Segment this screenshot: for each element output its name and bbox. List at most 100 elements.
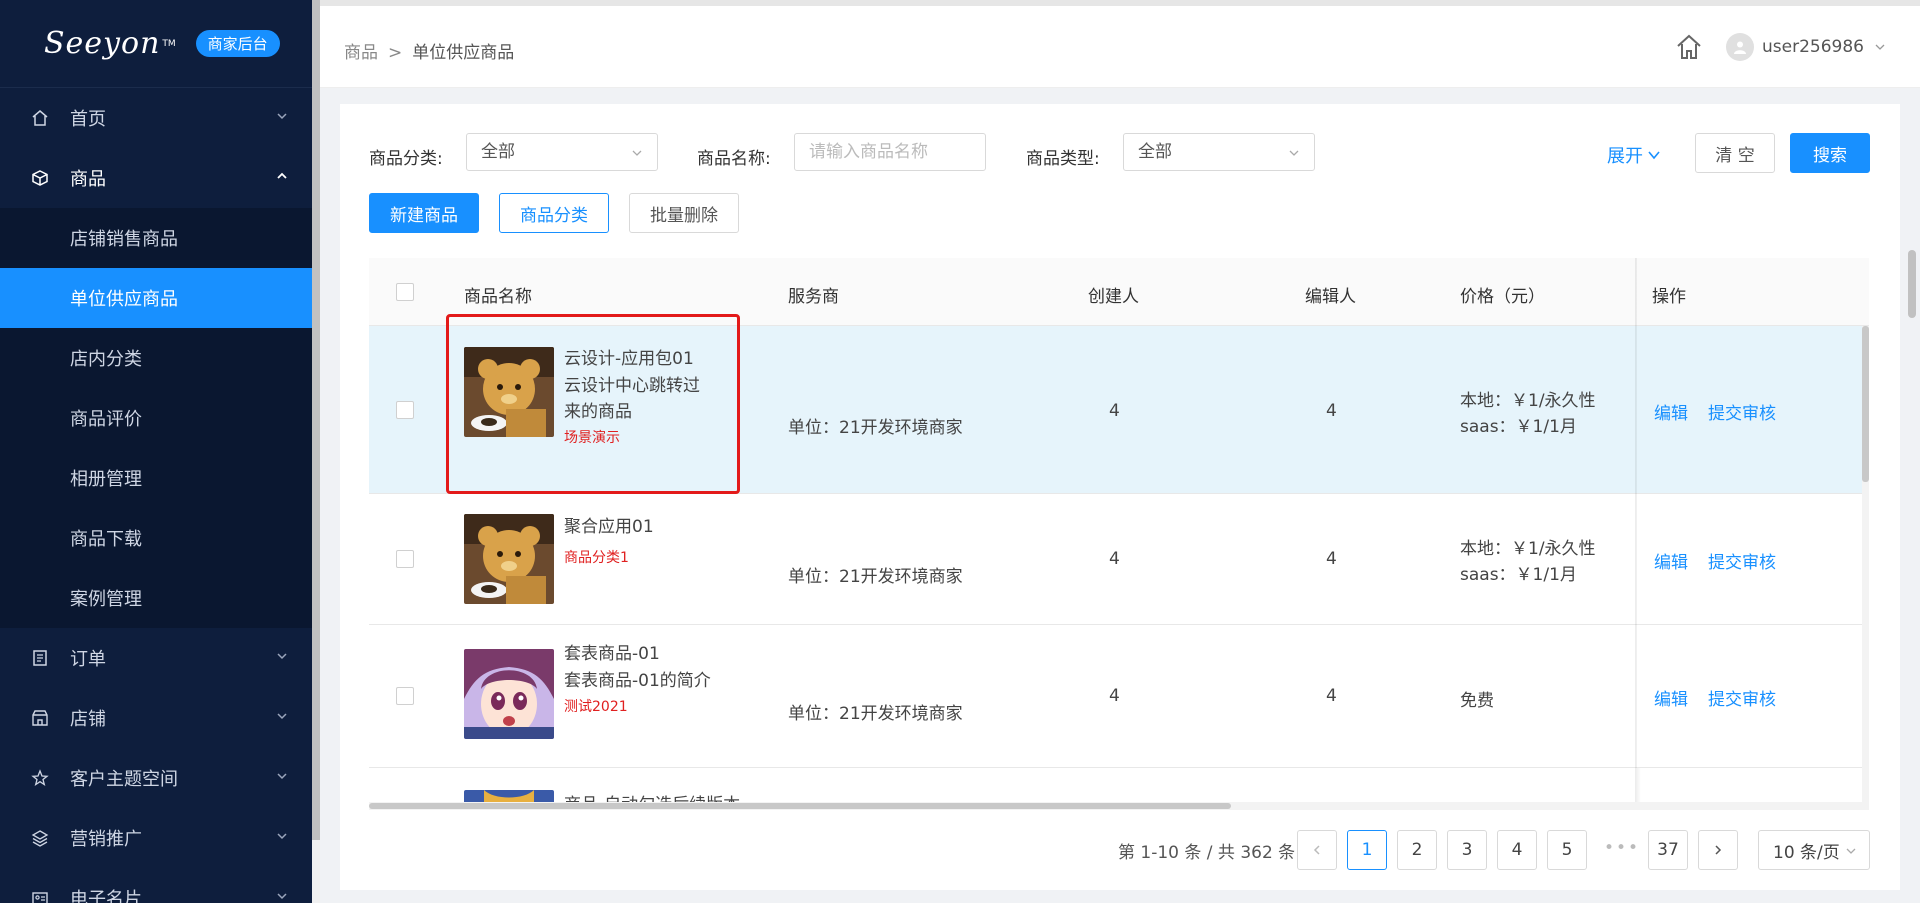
breadcrumb-item-goods[interactable]: 商品	[344, 43, 378, 63]
search-button[interactable]: 搜索	[1790, 133, 1870, 173]
sidebar-item-orders[interactable]: 订单	[0, 628, 312, 688]
column-header-price: 价格（元）	[1460, 287, 1545, 307]
creator-cell: 4	[1109, 401, 1120, 421]
chevron-down-icon	[277, 713, 287, 720]
chevron-right-icon	[1715, 845, 1722, 855]
sidebar-item-store-sales-goods[interactable]: 店铺销售商品	[0, 208, 312, 268]
chevron-up-icon	[277, 172, 287, 179]
chevron-down-icon	[277, 833, 287, 840]
cube-icon	[30, 168, 50, 188]
product-category-button[interactable]: 商品分类	[499, 193, 609, 233]
chevron-down-icon	[1846, 848, 1856, 854]
product-image[interactable]	[464, 649, 554, 739]
table-vscroll-thumb[interactable]	[1862, 326, 1869, 482]
sidebar-item-e-card[interactable]: 电子名片	[0, 868, 312, 903]
page-4-button[interactable]: 4	[1497, 830, 1537, 870]
sidebar-item-shop[interactable]: 店铺	[0, 688, 312, 748]
sidebar-item-album[interactable]: 相册管理	[0, 448, 312, 508]
avatar[interactable]	[1726, 33, 1755, 61]
product-name-input[interactable]	[794, 133, 986, 171]
product-description: 套表商品-01的简介	[564, 671, 711, 691]
sidebar-scrollbar[interactable]	[312, 0, 320, 903]
type-filter-label: 商品类型:	[1026, 149, 1100, 169]
table-hscroll-thumb[interactable]	[369, 803, 1231, 809]
product-name[interactable]: 聚合应用01	[564, 512, 714, 537]
row-checkbox[interactable]	[396, 401, 414, 419]
user-icon	[1734, 41, 1747, 54]
editor-cell: 4	[1326, 686, 1337, 706]
product-name[interactable]: 套表商品-01	[564, 639, 724, 664]
page-5-button[interactable]: 5	[1547, 830, 1587, 870]
product-info: 套表商品-01 套表商品-01的简介 测试2021	[564, 639, 724, 716]
layers-icon	[30, 828, 50, 848]
pagination-info: 第 1-10 条 / 共 362 条	[1118, 843, 1296, 863]
actions-cell: 编辑 提交审核	[1637, 494, 1869, 625]
provider-cell: 单位：21开发环境商家	[788, 418, 963, 438]
goods-submenu: 店铺销售商品 单位供应商品 店内分类 商品评价 相册管理 商品下载 案例管理	[0, 208, 312, 628]
page-1-button[interactable]: 1	[1347, 830, 1387, 870]
batch-delete-button[interactable]: 批量删除	[629, 193, 739, 233]
sidebar: Seeyon TM 商家后台 首页 商品 店铺销售商品 单位供应商品 店内分类 商…	[0, 0, 312, 903]
price-cell: 本地：￥1/永久性 saas：￥1/1月	[1460, 539, 1596, 585]
type-select[interactable]: 全部	[1123, 133, 1315, 171]
sidebar-item-store-category[interactable]: 店内分类	[0, 328, 312, 388]
breadcrumb-item-current: 单位供应商品	[412, 43, 515, 63]
chevron-down-icon	[277, 653, 287, 660]
new-product-button[interactable]: 新建商品	[369, 193, 479, 233]
breadcrumb: 商品 > 单位供应商品	[344, 43, 515, 63]
last-page-button[interactable]: 37	[1648, 830, 1688, 870]
page-2-button[interactable]: 2	[1397, 830, 1437, 870]
sidebar-item-marketing[interactable]: 营销推广	[0, 808, 312, 868]
column-header-creator: 创建人	[1088, 287, 1139, 307]
bear-image	[464, 514, 554, 604]
sidebar-item-goods-review[interactable]: 商品评价	[0, 388, 312, 448]
row-checkbox[interactable]	[396, 550, 414, 568]
submit-review-link[interactable]: 提交审核	[1708, 399, 1776, 424]
brand-logo: Seeyon	[44, 26, 161, 61]
row-checkbox[interactable]	[396, 687, 414, 705]
chevron-down-icon[interactable]	[1874, 41, 1886, 53]
next-page-button[interactable]	[1698, 830, 1738, 870]
product-image[interactable]	[464, 514, 554, 604]
home-icon[interactable]	[1674, 32, 1704, 62]
page-size-select[interactable]: 10 条/页	[1758, 830, 1870, 870]
category-select[interactable]: 全部	[466, 133, 658, 171]
sidebar-item-home[interactable]: 首页	[0, 88, 312, 148]
sidebar-item-goods[interactable]: 商品	[0, 148, 312, 208]
table-horizontal-scrollbar[interactable]	[369, 802, 1869, 810]
username[interactable]: user256986	[1762, 37, 1864, 57]
sidebar-item-case-management[interactable]: 案例管理	[0, 568, 312, 628]
top-header: 商品 > 单位供应商品 user256986	[320, 0, 1920, 88]
editor-cell: 4	[1326, 549, 1337, 569]
edit-link[interactable]: 编辑	[1654, 399, 1688, 424]
clear-button[interactable]: 清 空	[1695, 133, 1775, 173]
page-scrollbar-thumb[interactable]	[1908, 250, 1916, 318]
order-icon	[30, 648, 50, 668]
creator-cell: 4	[1109, 549, 1120, 569]
sidebar-scroll-thumb[interactable]	[312, 0, 320, 840]
edit-link[interactable]: 编辑	[1654, 548, 1688, 573]
chevron-down-icon	[1289, 150, 1299, 156]
sidebar-item-goods-download[interactable]: 商品下载	[0, 508, 312, 568]
submit-review-link[interactable]: 提交审核	[1708, 685, 1776, 710]
chevron-down-icon	[1648, 151, 1660, 160]
page-3-button[interactable]: 3	[1447, 830, 1487, 870]
name-filter-label: 商品名称:	[697, 149, 771, 169]
actions-column: 操作 编辑 提交审核 编辑 提交审核 编辑 提交审核	[1637, 258, 1869, 803]
actions-cell: 编辑 提交审核	[1637, 625, 1869, 768]
chevron-down-icon	[632, 150, 642, 156]
sidebar-item-unit-supply-goods[interactable]: 单位供应商品	[0, 268, 312, 328]
expand-filters-link[interactable]: 展开	[1607, 142, 1661, 168]
select-all-checkbox[interactable]	[396, 283, 414, 301]
submit-review-link[interactable]: 提交审核	[1708, 548, 1776, 573]
merchant-badge: 商家后台	[195, 30, 280, 57]
sidebar-item-customer-space[interactable]: 客户主题空间	[0, 748, 312, 808]
price-cell: 免费	[1460, 691, 1494, 711]
card-icon	[30, 888, 50, 903]
chevron-down-icon	[277, 773, 287, 780]
edit-link[interactable]: 编辑	[1654, 685, 1688, 710]
table-vertical-scrollbar[interactable]	[1862, 326, 1869, 806]
prev-page-button[interactable]	[1297, 830, 1337, 870]
editor-cell: 4	[1326, 401, 1337, 421]
pagination-ellipsis[interactable]: •••	[1604, 838, 1640, 858]
